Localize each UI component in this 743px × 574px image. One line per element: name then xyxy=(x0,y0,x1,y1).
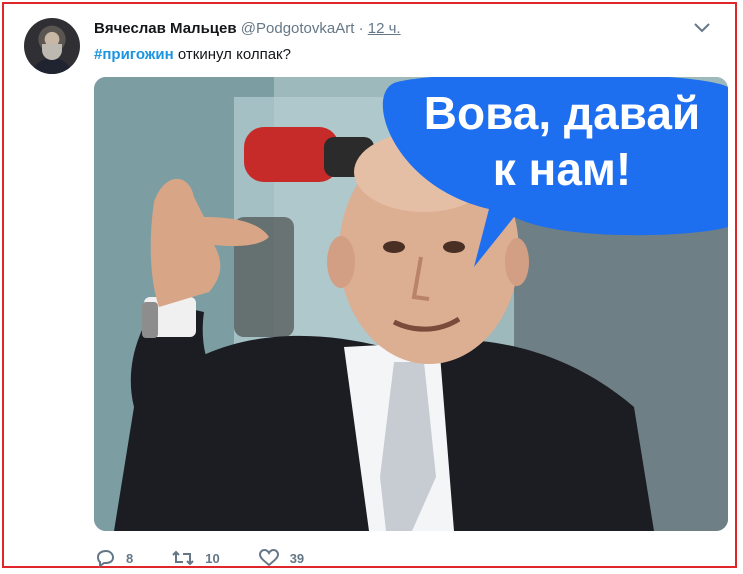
tweet-header: Вячеслав Мальцев @PodgotovkaArt · 12 ч. xyxy=(94,18,734,40)
like-icon xyxy=(258,548,279,567)
timestamp-link[interactable]: 12 ч. xyxy=(368,20,401,37)
tweet-text: #пригожин откинул колпак? xyxy=(94,44,291,66)
tweet-card: Вячеслав Мальцев @PodgotovkaArt · 12 ч. … xyxy=(2,2,737,568)
retweet-count: 10 xyxy=(205,550,220,566)
avatar-beard xyxy=(42,44,62,60)
separator-dot: · xyxy=(358,20,364,37)
reply-icon xyxy=(96,549,115,568)
tweet-actions: 8 10 39 xyxy=(94,546,342,570)
speech-bubble-line1: Вова, давай xyxy=(424,87,700,139)
speech-bubble-line2: к нам! xyxy=(493,143,632,195)
retweet-button[interactable]: 10 xyxy=(171,548,220,568)
retweet-icon xyxy=(172,550,194,566)
author-handle[interactable]: @PodgotovkaArt xyxy=(241,20,355,37)
reply-count: 8 xyxy=(126,550,134,566)
avatar[interactable] xyxy=(24,18,80,74)
tweet-text-body: откинул колпак? xyxy=(173,46,291,63)
avatar-shoulders xyxy=(30,58,74,74)
like-button[interactable]: 39 xyxy=(258,548,304,568)
tweet-image[interactable]: Вова, давай к нам! xyxy=(94,77,728,531)
like-count: 39 xyxy=(289,550,305,566)
reply-button[interactable]: 8 xyxy=(94,548,133,568)
author-name[interactable]: Вячеслав Мальцев xyxy=(94,20,237,37)
chevron-down-icon[interactable] xyxy=(691,16,713,38)
hashtag-link[interactable]: #пригожин xyxy=(94,46,174,63)
